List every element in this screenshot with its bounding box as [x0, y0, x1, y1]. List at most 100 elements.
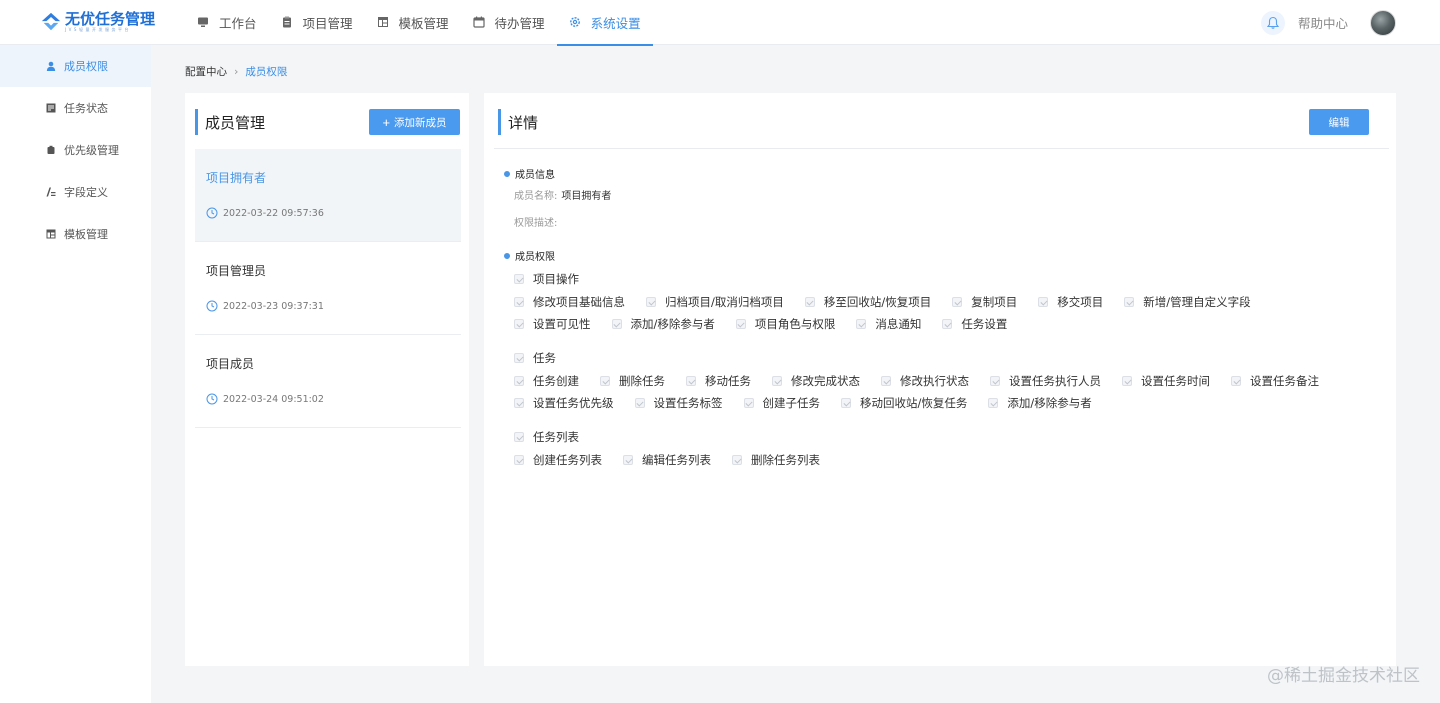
section-label-text: 成员信息	[515, 170, 555, 181]
permission-checkbox[interactable]: 修改项目基础信息	[514, 294, 625, 310]
permission-checkbox[interactable]: 修改执行状态	[881, 373, 969, 389]
permission-checkbox[interactable]: 项目角色与权限	[735, 316, 836, 332]
permission-label: 设置可见性	[533, 317, 591, 331]
permission-checkbox[interactable]: 任务设置	[942, 316, 1007, 332]
permission-checkbox[interactable]: 设置任务备注	[1231, 373, 1319, 389]
section-label-text: 成员权限	[515, 252, 555, 263]
permission-label: 移动回收站/恢复任务	[860, 396, 968, 410]
checkbox-checked-icon	[988, 398, 999, 408]
permission-checkbox[interactable]: 任务	[514, 350, 556, 366]
permission-checkbox[interactable]: 添加/移除参与者	[988, 395, 1092, 411]
permission-row: 创建任务列表 编辑任务列表 删除任务列表	[514, 452, 841, 468]
checkbox-checked-icon	[646, 297, 656, 307]
permission-label: 移动任务	[705, 374, 751, 388]
permission-checkbox[interactable]: 新增/管理自定义字段	[1124, 294, 1251, 310]
member-item-owner[interactable]: 项目拥有者 2022-03-22 09:57:36	[195, 149, 461, 242]
permission-label: 任务	[533, 351, 556, 365]
permission-label: 项目角色与权限	[754, 317, 836, 331]
sidebar-item-task-status[interactable]: 任务状态	[0, 87, 151, 129]
help-center-link[interactable]: 帮助中心	[1298, 13, 1348, 32]
avatar[interactable]	[1370, 9, 1396, 36]
checkbox-checked-icon	[514, 353, 524, 363]
template-icon	[46, 229, 56, 239]
permission-checkbox[interactable]: 复制项目	[952, 294, 1017, 310]
sidebar-item-field-definition[interactable]: 字段定义	[0, 171, 151, 213]
permission-checkbox[interactable]: 项目操作	[514, 271, 579, 287]
nav-item-templates[interactable]: 模板管理	[365, 0, 461, 45]
add-member-button[interactable]: + 添加新成员	[369, 109, 460, 135]
member-time-text: 2022-03-24 09:51:02	[223, 393, 324, 405]
permission-checkbox[interactable]: 添加/移除参与者	[611, 316, 715, 332]
checkbox-checked-icon	[732, 455, 742, 465]
permission-checkbox[interactable]: 编辑任务列表	[623, 452, 711, 468]
checkbox-checked-icon	[514, 297, 524, 307]
permission-checkbox[interactable]: 删除任务	[600, 373, 665, 389]
sidebar-item-templates[interactable]: 模板管理	[0, 213, 151, 255]
nav-item-projects[interactable]: 项目管理	[269, 0, 365, 45]
member-time-text: 2022-03-22 09:57:36	[223, 207, 324, 219]
members-panel-title: 成员管理	[205, 113, 266, 132]
permission-checkbox[interactable]: 设置可见性	[514, 316, 591, 332]
member-item-member[interactable]: 项目成员 2022-03-24 09:51:02	[195, 335, 461, 428]
checkbox-checked-icon	[881, 376, 891, 386]
checkbox-checked-icon	[514, 432, 524, 442]
checkbox-checked-icon	[514, 376, 524, 386]
checkbox-checked-icon	[1124, 297, 1135, 307]
clock-icon	[206, 207, 218, 219]
permission-checkbox[interactable]: 创建子任务	[743, 395, 820, 411]
permission-label: 复制项目	[971, 295, 1018, 309]
permission-label: 修改项目基础信息	[533, 295, 625, 309]
nav-item-workbench[interactable]: 工作台	[185, 0, 269, 45]
sidebar-item-label: 优先级管理	[64, 144, 119, 157]
checkbox-checked-icon	[856, 319, 867, 329]
permission-checkbox[interactable]: 移交项目	[1038, 294, 1103, 310]
permission-checkbox[interactable]: 任务列表	[514, 429, 579, 445]
monitor-icon	[198, 17, 208, 27]
clock-icon	[206, 300, 218, 312]
main-nav: 工作台 项目管理 模板管理 待办管理 系统设置	[185, 0, 653, 46]
edit-button[interactable]: 编辑	[1309, 109, 1369, 135]
permission-label: 删除任务	[619, 374, 665, 388]
permission-checkbox[interactable]: 设置任务优先级	[514, 395, 614, 411]
nav-item-todos[interactable]: 待办管理	[461, 0, 557, 45]
permission-checkbox[interactable]: 移动回收站/恢复任务	[841, 395, 967, 411]
permission-label: 编辑任务列表	[642, 453, 711, 467]
permission-checkbox[interactable]: 移动任务	[686, 373, 751, 389]
watermark: @稀土掘金技术社区	[1267, 666, 1420, 686]
member-name: 项目管理员	[206, 264, 267, 278]
permission-checkbox[interactable]: 消息通知	[856, 316, 921, 332]
chevron-right-icon: ›	[234, 65, 239, 78]
sidebar-item-priority[interactable]: 优先级管理	[0, 129, 151, 171]
notification-button[interactable]	[1260, 10, 1285, 35]
permission-label: 设置任务标签	[653, 396, 723, 410]
app-logo[interactable]: 无优任务管理 JVS轻量开发服务平台	[0, 0, 175, 45]
permission-label: 移至回收站/恢复项目	[823, 295, 932, 309]
permission-checkbox[interactable]: 归档项目/取消归档项目	[646, 294, 784, 310]
permission-checkbox[interactable]: 创建任务列表	[514, 452, 602, 468]
member-name-row: 成员名称: 项目拥有者	[514, 187, 611, 202]
breadcrumb-root[interactable]: 配置中心	[185, 64, 227, 79]
permission-checkbox[interactable]: 移至回收站/恢复项目	[804, 294, 932, 310]
nav-label: 模板管理	[398, 15, 449, 31]
permission-label: 任务创建	[533, 374, 579, 388]
nav-item-settings[interactable]: 系统设置	[556, 0, 653, 46]
permission-checkbox[interactable]: 任务创建	[514, 373, 579, 389]
permission-checkbox[interactable]: 修改完成状态	[772, 373, 860, 389]
member-item-admin[interactable]: 项目管理员 2022-03-23 09:37:31	[195, 242, 461, 335]
details-panel-title: 详情	[508, 113, 539, 132]
permission-checkbox[interactable]: 设置任务标签	[634, 395, 723, 411]
permission-row: 设置可见性 添加/移除参与者 项目角色与权限 消息通知 任务设置	[514, 316, 1028, 332]
checkbox-checked-icon	[772, 376, 782, 386]
permission-label: 消息通知	[875, 317, 922, 331]
logo-icon	[41, 12, 61, 31]
sidebar-item-member-permissions[interactable]: 成员权限	[0, 45, 151, 87]
member-permissions-section-label: 成员权限	[504, 248, 555, 263]
checkbox-checked-icon	[942, 319, 953, 329]
calendar-icon	[472, 16, 485, 28]
permission-checkbox[interactable]: 删除任务列表	[732, 452, 820, 468]
add-member-label: 添加新成员	[394, 116, 447, 129]
member-info-section-label: 成员信息	[504, 166, 555, 181]
permission-checkbox[interactable]: 设置任务执行人员	[990, 373, 1101, 389]
priority-icon	[47, 145, 55, 154]
permission-checkbox[interactable]: 设置任务时间	[1122, 373, 1210, 389]
